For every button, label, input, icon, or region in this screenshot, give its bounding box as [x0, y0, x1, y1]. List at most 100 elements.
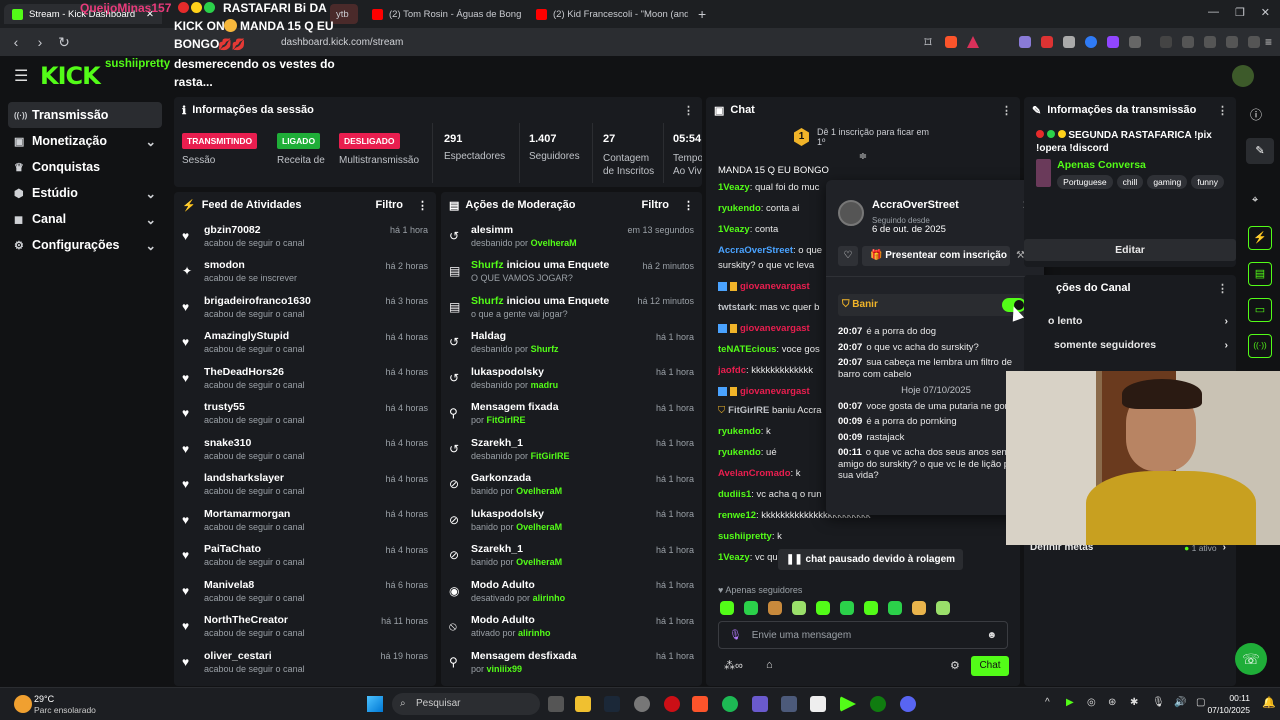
- moderation-row[interactable]: ▤ Shurfz iniciou uma Enquete o que a gente…: [441, 289, 702, 325]
- emote-icon[interactable]: [768, 601, 782, 615]
- activity-row[interactable]: ♥ AmazinglyStupid acabou de seguir o canal…: [174, 325, 436, 361]
- activity-username[interactable]: Mortamarmorgan: [204, 508, 305, 520]
- chat-username[interactable]: AvelanCromado: [718, 468, 791, 479]
- moderation-subject[interactable]: Mensagem desfixada: [471, 650, 577, 662]
- sidebar-item-transmissao[interactable]: ((·)) Transmissão: [8, 102, 162, 128]
- chat-username[interactable]: AccraOverStreet: [718, 245, 793, 256]
- activity-username[interactable]: PaiTaChato: [204, 543, 305, 555]
- new-tab-button[interactable]: +: [690, 4, 710, 24]
- activity-row[interactable]: ♥ TheDeadHors26 acabou de seguir o canal há…: [174, 360, 436, 396]
- kick-logo[interactable]: KICK: [40, 62, 101, 90]
- avatar[interactable]: [1232, 65, 1254, 87]
- moderation-subject[interactable]: Shurfz: [471, 259, 504, 271]
- tab-ytb[interactable]: ytb: [330, 4, 358, 24]
- activity-username[interactable]: trusty55: [204, 401, 305, 413]
- activity-username[interactable]: TheDeadHors26: [204, 366, 305, 378]
- followers-only-item[interactable]: somente seguidores ›: [1054, 339, 1228, 351]
- chat-icon[interactable]: ▭: [1248, 298, 1272, 322]
- moderator-name[interactable]: alirinho: [533, 593, 566, 603]
- activity-username[interactable]: gbzin70082: [204, 224, 305, 236]
- steam-icon[interactable]: [604, 696, 620, 712]
- chat-username[interactable]: giovanevargast: [740, 323, 810, 334]
- extension-icon[interactable]: [1084, 36, 1097, 48]
- chat-paused-notice[interactable]: ❚❚ chat pausado devido à rolagem: [778, 549, 964, 570]
- emote-icon[interactable]: [912, 601, 926, 615]
- moderation-subject[interactable]: lukaspodolsky: [471, 366, 544, 378]
- wallet-icon[interactable]: [1225, 36, 1238, 48]
- extension-icon[interactable]: [1062, 36, 1075, 48]
- info-icon[interactable]: ⓘ: [1250, 106, 1262, 123]
- tray-app-icon[interactable]: ◎: [1087, 697, 1096, 708]
- filter-button[interactable]: Filtro: [376, 199, 404, 211]
- moderator-name[interactable]: madru: [531, 380, 559, 390]
- category-name[interactable]: Apenas Conversa: [1057, 159, 1224, 171]
- kick-app-icon[interactable]: [840, 696, 856, 712]
- moderation-subject[interactable]: Mensagem fixada: [471, 401, 559, 413]
- chat-username[interactable]: 1Veazy: [718, 182, 750, 193]
- task-view-icon[interactable]: [548, 696, 564, 712]
- activity-username[interactable]: NorthTheCreator: [204, 614, 305, 626]
- spotify-icon[interactable]: [722, 696, 738, 712]
- edit-layout-icon[interactable]: ✎: [1246, 138, 1274, 164]
- emote-icon[interactable]: [888, 601, 902, 615]
- moderator-name[interactable]: viniiix99: [487, 664, 523, 674]
- taskbar-search[interactable]: ⌕ Pesquisar: [392, 693, 540, 715]
- chat-username[interactable]: sushiipretty: [718, 531, 772, 542]
- more-options-icon[interactable]: ⋮: [683, 199, 694, 212]
- activity-row[interactable]: ♥ oliver_cestari acabou de seguir o canal h…: [174, 644, 436, 680]
- tray-app-icon[interactable]: ▢: [1196, 697, 1205, 708]
- chat-username[interactable]: 1Veazy: [718, 224, 750, 235]
- activity-username[interactable]: Manivela8: [204, 579, 305, 591]
- brave-shield-icon[interactable]: [945, 36, 957, 48]
- tag-chip[interactable]: funny: [1191, 175, 1224, 189]
- filter-button[interactable]: Filtro: [642, 199, 670, 211]
- notepad-icon[interactable]: [810, 696, 826, 712]
- activity-username[interactable]: brigadeirofranco1630: [204, 295, 311, 307]
- file-explorer-icon[interactable]: [575, 696, 591, 712]
- xbox-icon[interactable]: [870, 696, 886, 712]
- moderator-name[interactable]: alirinho: [518, 628, 551, 638]
- url-field[interactable]: dashboard.kick.com/stream: [226, 32, 916, 52]
- forward-icon[interactable]: ›: [28, 34, 52, 50]
- chat-username[interactable]: jaofdc: [718, 365, 746, 376]
- extension-icon[interactable]: [1018, 36, 1031, 48]
- notification-icon[interactable]: 🔔: [1262, 696, 1276, 709]
- activity-row[interactable]: ♥ PaiTaChato acabou de seguir o canal há 4 …: [174, 538, 436, 574]
- sidebar-item-estudio[interactable]: ⬢ Estúdio ⌄: [8, 180, 162, 206]
- send-chat-button[interactable]: Chat: [971, 656, 1009, 676]
- collapse-icon[interactable]: ≑: [706, 151, 1020, 162]
- bluetooth-icon[interactable]: ✱: [1130, 697, 1138, 708]
- broadcast-icon[interactable]: ((·)): [1248, 334, 1272, 358]
- chat-message[interactable]: sushiipretty: k: [706, 529, 1020, 544]
- moderation-row[interactable]: ◉ Modo Adulto desativado por alirinho há 1 …: [441, 573, 702, 609]
- extension-icon[interactable]: [1040, 36, 1053, 48]
- chat-username[interactable]: twtstark: [718, 302, 754, 313]
- microphone-icon[interactable]: 🎙: [729, 630, 742, 641]
- activity-row[interactable]: ♥ trusty55 acabou de seguir o canal há 4 ho…: [174, 396, 436, 432]
- tag-chip[interactable]: chill: [1116, 175, 1144, 189]
- emote-icon[interactable]: [720, 601, 734, 615]
- tab-kid-francescoli[interactable]: (2) Kid Francescoli - "Moon (and it w: [528, 4, 688, 24]
- moderation-subject[interactable]: lukaspodolsky: [471, 508, 544, 520]
- bookmark-icon[interactable]: ⌑: [916, 34, 940, 51]
- more-options-icon[interactable]: ⋮: [417, 199, 428, 212]
- activity-row[interactable]: ♥ NorthTheCreator acabou de seguir o canal…: [174, 609, 436, 645]
- sidebar-item-monetizacao[interactable]: ▣ Monetização ⌄: [8, 128, 162, 154]
- slow-mode-item[interactable]: o lento ›: [1048, 315, 1228, 327]
- app-icon[interactable]: [781, 696, 797, 712]
- reload-icon[interactable]: ↻: [52, 34, 76, 51]
- chat-username[interactable]: 1Veazy: [718, 552, 750, 563]
- close-window-icon[interactable]: ✕: [1261, 6, 1270, 19]
- moderator-name[interactable]: Shurfz: [531, 344, 559, 354]
- emote-icon[interactable]: [936, 601, 950, 615]
- chat-settings-icon[interactable]: ⚙: [950, 659, 960, 672]
- activity-username[interactable]: snake310: [204, 437, 305, 449]
- chat-username[interactable]: FitGirlRE: [728, 405, 769, 416]
- activity-row[interactable]: ♥ Manivela8 acabou de seguir o canal há 6 h…: [174, 573, 436, 609]
- lightning-icon[interactable]: ⚡: [1248, 226, 1272, 250]
- weather-icon[interactable]: [14, 695, 32, 713]
- moderation-row[interactable]: ⊘ Garkonzada banido por OvelheraM há 1 hora: [441, 467, 702, 503]
- moderation-row[interactable]: ⊘ lukaspodolsky banido por OvelheraM há 1 h…: [441, 502, 702, 538]
- sidebar-item-configuracoes[interactable]: ⚙ Configurações ⌄: [8, 232, 162, 258]
- moderator-name[interactable]: FitGirlRE: [487, 415, 526, 425]
